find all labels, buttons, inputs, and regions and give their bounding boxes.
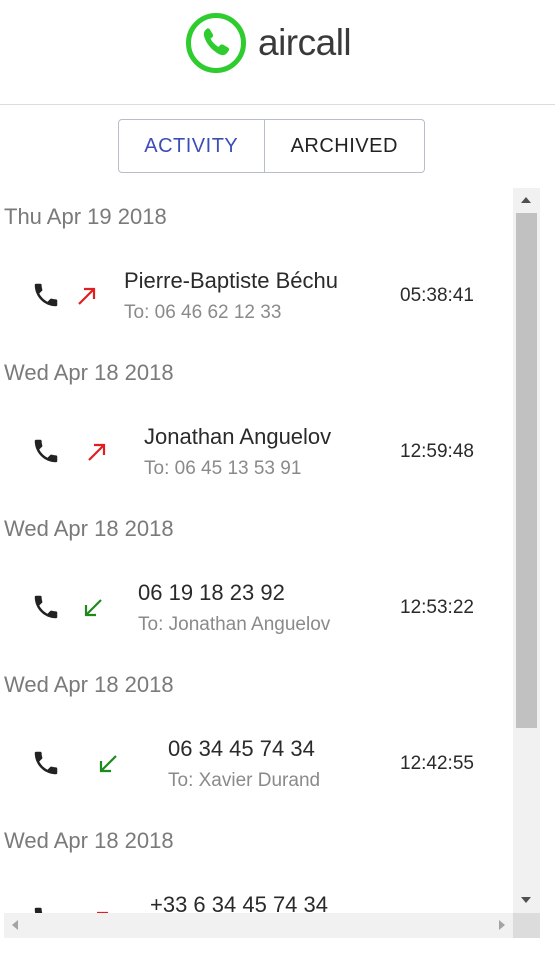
call-row[interactable]: 06 34 45 74 34 To: Xavier Durand 12:42:5…	[0, 714, 513, 814]
tab-activity[interactable]: ACTIVITY	[119, 120, 265, 172]
call-recipient: To: 06 45 13 53 91	[144, 458, 302, 479]
caller-name: +33 6 34 45 74 34	[150, 892, 328, 913]
call-recipient: To: Xavier Durand	[168, 770, 321, 791]
call-time: 12:59:48	[400, 441, 474, 462]
scrollbar-corner	[513, 913, 540, 938]
scroll-up-arrow-icon[interactable]	[521, 197, 531, 203]
phone-icon	[34, 439, 58, 463]
call-time: 12:53:22	[400, 597, 474, 618]
call-activity-list: Thu Apr 19 2018 Pierre-Baptiste Béchu To…	[0, 188, 513, 913]
phone-icon	[34, 907, 43, 913]
scroll-down-arrow-icon[interactable]	[521, 897, 531, 903]
arrow-down-left-icon	[84, 599, 102, 617]
call-row[interactable]: Pierre-Baptiste Béchu To: 06 46 62 12 33…	[0, 246, 513, 346]
caller-name: 06 34 45 74 34	[168, 736, 315, 761]
vertical-scroll-thumb[interactable]	[516, 213, 537, 728]
call-row[interactable]: +33 6 34 45 74 34	[0, 870, 513, 913]
date-header: Wed Apr 18 2018	[4, 516, 174, 541]
date-header: Wed Apr 18 2018	[4, 828, 174, 853]
arrow-up-right-icon	[78, 287, 96, 305]
vertical-scrollbar[interactable]	[513, 188, 540, 913]
phone-icon	[34, 751, 58, 775]
scroll-right-arrow-icon[interactable]	[499, 920, 505, 930]
date-header: Thu Apr 19 2018	[4, 204, 167, 229]
call-time: 12:42:55	[400, 753, 474, 774]
arrow-down-left-icon	[99, 755, 117, 773]
arrow-up-right-icon	[88, 443, 106, 461]
call-recipient: To: Jonathan Anguelov	[138, 614, 331, 635]
view-tabs: ACTIVITY ARCHIVED	[118, 119, 425, 173]
tab-archived[interactable]: ARCHIVED	[265, 120, 424, 172]
horizontal-scrollbar[interactable]	[4, 913, 513, 938]
aircall-logo-icon	[186, 13, 246, 73]
call-recipient: To: 06 46 62 12 33	[124, 302, 282, 323]
phone-icon	[34, 595, 58, 619]
caller-name: Jonathan Anguelov	[144, 424, 332, 449]
caller-name: 06 19 18 23 92	[138, 580, 285, 605]
call-time: 05:38:41	[400, 285, 474, 306]
date-header: Wed Apr 18 2018	[4, 360, 174, 385]
date-header: Wed Apr 18 2018	[4, 672, 174, 697]
horizontal-scroll-thumb[interactable]	[24, 916, 494, 935]
phone-icon	[34, 283, 58, 307]
brand-name: aircall	[258, 22, 352, 63]
scroll-left-arrow-icon[interactable]	[12, 920, 18, 930]
caller-name: Pierre-Baptiste Béchu	[124, 268, 338, 293]
app-header: aircall	[0, 0, 555, 105]
call-row[interactable]: Jonathan Anguelov To: 06 45 13 53 91 12:…	[0, 402, 513, 502]
call-row[interactable]: 06 19 18 23 92 To: Jonathan Anguelov 12:…	[0, 558, 513, 658]
